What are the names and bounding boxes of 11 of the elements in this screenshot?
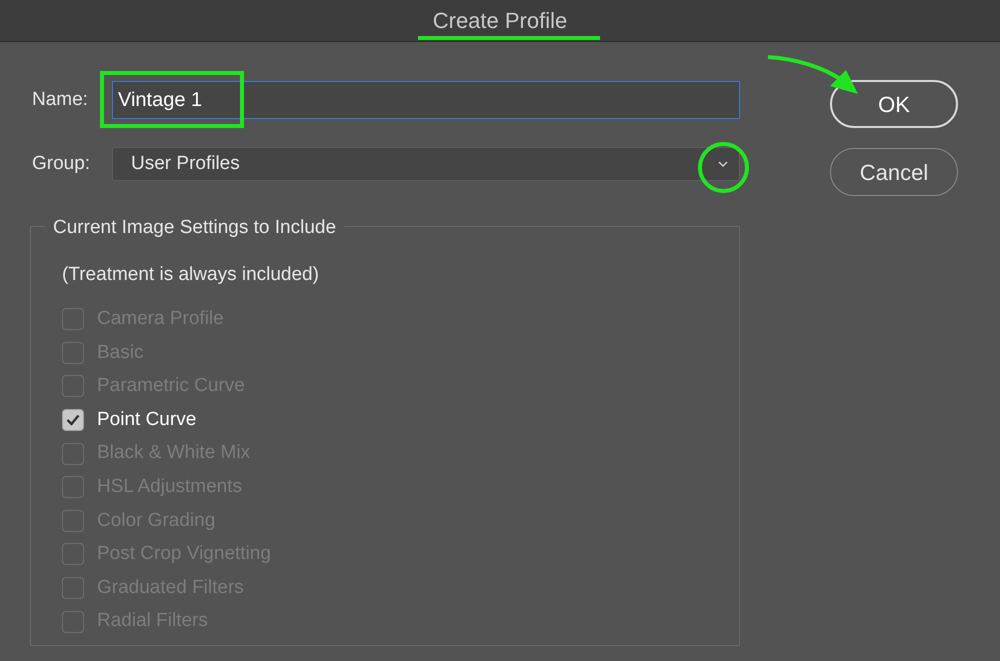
name-label: Name: [31, 88, 89, 112]
checkmark-icon [66, 414, 80, 426]
group-dropdown[interactable]: User Profiles [112, 147, 740, 181]
group-label: Group: [31, 152, 92, 176]
name-field[interactable]: Vintage 1 [112, 81, 740, 119]
note-text: (Treatment is always included) [62, 263, 319, 287]
dialog-button[interactable]: Cancel [830, 148, 958, 196]
checkbox-label: Point Curve [97, 408, 196, 432]
checkbox[interactable] [62, 409, 84, 432]
chevron-down-icon [717, 160, 729, 168]
window-title: Create Profile [432, 7, 568, 35]
